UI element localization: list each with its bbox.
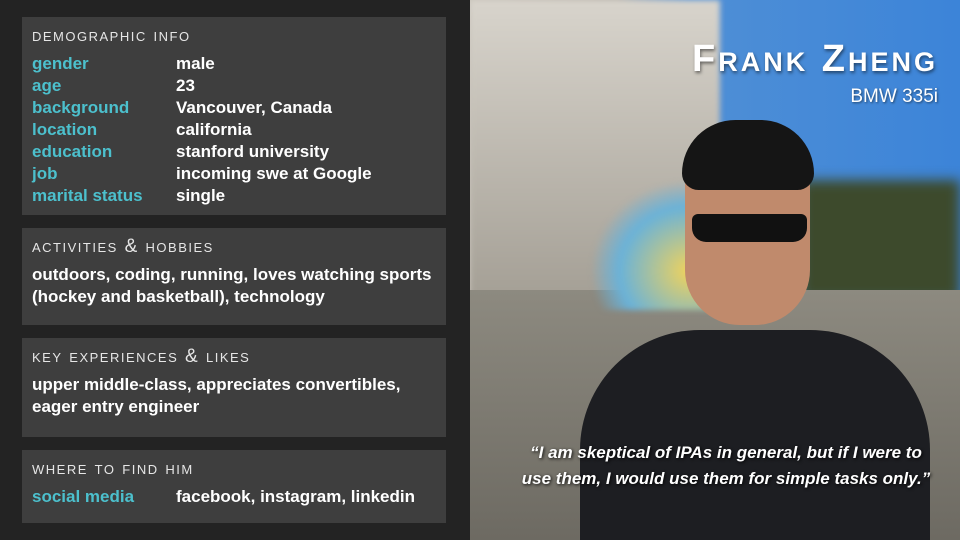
row-value: male — [176, 54, 215, 73]
persona-car: BMW 335i — [850, 86, 938, 107]
panel-title: Key Experiences & Likes — [32, 346, 251, 367]
panel-title: Demographic Info — [32, 25, 191, 46]
info-row: social media facebook, instagram, linkedi… — [32, 486, 436, 508]
demographic-panel: Demographic Info gender male age 23 backgr… — [22, 17, 446, 215]
where-panel: Where to Find Him social media facebook, … — [22, 450, 446, 523]
sunglasses — [692, 214, 807, 242]
row-value: incoming swe at Google — [176, 164, 372, 183]
row-key: background — [32, 98, 130, 117]
experiences-text: upper middle-class, appreciates converti… — [32, 375, 401, 416]
row-value: stanford university — [176, 142, 330, 161]
persona-name: Frank Zheng — [692, 38, 938, 80]
experiences-panel: Key Experiences & Likes upper middle-cla… — [22, 338, 446, 437]
info-row: location california — [32, 119, 436, 141]
row-key: education — [32, 142, 113, 161]
person-hair — [682, 120, 814, 190]
info-row: gender male — [32, 53, 436, 75]
row-value: 23 — [176, 76, 195, 95]
row-value: california — [176, 120, 252, 139]
row-key: marital status — [32, 186, 143, 205]
row-key: job — [32, 164, 58, 183]
activities-panel: Activities & Hobbies outdoors, coding, r… — [22, 228, 446, 325]
info-row: age 23 — [32, 75, 436, 97]
row-key: social media — [32, 487, 135, 506]
activities-text: outdoors, coding, running, loves watchin… — [32, 265, 432, 306]
info-row: education stanford university — [32, 141, 436, 163]
trees-background — [800, 180, 960, 300]
row-value: Vancouver, Canada — [176, 98, 332, 117]
row-value: single — [176, 186, 226, 205]
row-key: location — [32, 120, 98, 139]
persona-quote: “I am skeptical of IPAs in general, but … — [521, 443, 931, 488]
row-key: gender — [32, 54, 89, 73]
panel-title: Activities & Hobbies — [32, 236, 214, 257]
row-key: age — [32, 76, 62, 95]
person-shirt — [580, 330, 930, 540]
panel-title: Where to Find Him — [32, 458, 194, 479]
info-row: background Vancouver, Canada — [32, 97, 436, 119]
info-row: job incoming swe at Google — [32, 163, 436, 185]
info-row: marital status single — [32, 185, 436, 207]
row-value: facebook, instagram, linkedin — [176, 487, 416, 506]
